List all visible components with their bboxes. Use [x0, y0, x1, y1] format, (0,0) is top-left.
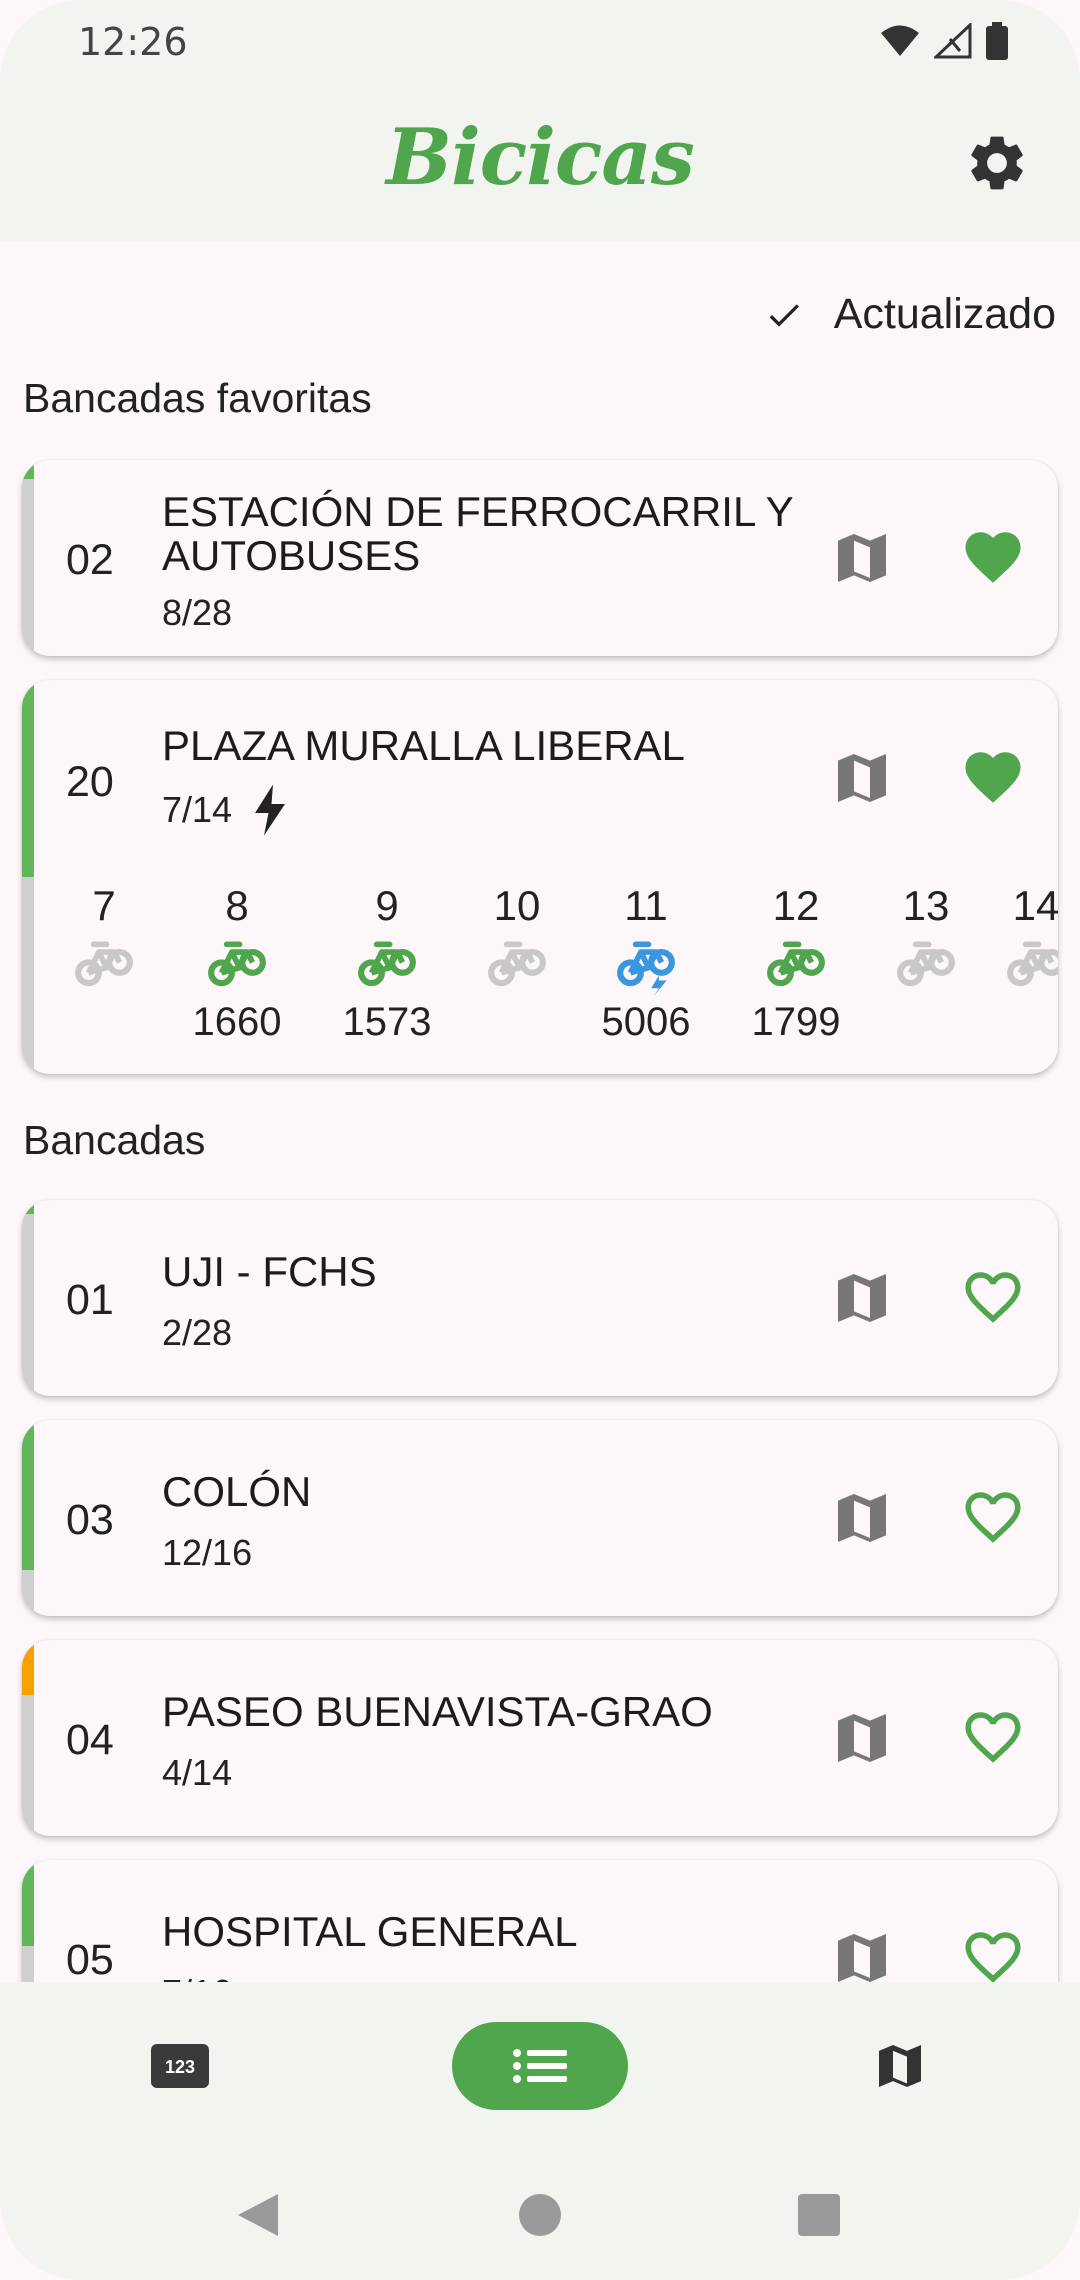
station-card[interactable]: 03 COLÓN 12/16: [22, 1420, 1058, 1616]
lightning-icon: [255, 784, 286, 836]
station-name: UJI - FCHS: [162, 1248, 377, 1295]
bike-code: 1799: [751, 1000, 841, 1044]
favorites-section-title: Bancadas favoritas: [23, 375, 372, 421]
status-icons: [880, 22, 1008, 60]
bike-icon: [897, 941, 955, 987]
settings-icon[interactable]: [964, 130, 1030, 196]
recents-icon[interactable]: [798, 2194, 840, 2236]
bike-icon: [1007, 941, 1058, 987]
map-icon: [879, 2045, 921, 2087]
bike-icon: [767, 941, 825, 987]
station-card[interactable]: 02 ESTACIÓN DE FERROCARRIL Y AUTOBUSES 8…: [22, 460, 1058, 656]
update-status: Actualizado: [764, 290, 1056, 339]
home-icon[interactable]: [518, 2193, 562, 2237]
heart-outline-icon[interactable]: [960, 1264, 1026, 1330]
station-number: 03: [66, 1496, 114, 1544]
bike-code: 1660: [192, 1000, 282, 1044]
map-icon[interactable]: [830, 746, 894, 810]
slot-number: 14: [1012, 882, 1058, 929]
map-icon[interactable]: [830, 1266, 894, 1330]
occupancy-text: 12/16: [162, 1532, 253, 1573]
station-card-expanded[interactable]: 20 PLAZA MURALLA LIBERAL 7/14 7 8 1660 9 157…: [22, 680, 1058, 1074]
occupancy-text: 8/28: [162, 592, 233, 633]
slot-number: 10: [493, 882, 541, 929]
station-name: PLAZA MURALLA LIBERAL: [162, 722, 685, 769]
station-number: 04: [66, 1716, 114, 1764]
bike-code: [442, 1000, 592, 1048]
nav-numeric[interactable]: 123: [132, 2022, 228, 2110]
numeric-icon: 123: [151, 2044, 209, 2088]
station-occupancy: 8/28: [162, 592, 232, 634]
dock-slots: 7 8 1660 9 1573 10 11 5006 12 1799 13 14: [34, 880, 1058, 1060]
dock-slot: 14: [961, 880, 1058, 1048]
bike-icon: [75, 941, 133, 987]
slot-number: 12: [772, 882, 820, 929]
occupancy-bar: [22, 1640, 34, 1836]
stations-section-title: Bancadas: [23, 1117, 206, 1163]
check-icon: [769, 303, 799, 327]
wifi-icon: [881, 25, 919, 56]
map-icon[interactable]: [830, 1926, 894, 1990]
occupancy-text: 2/28: [162, 1312, 233, 1353]
occupancy-text: 4/14: [162, 1752, 233, 1793]
dock-slot: 10: [442, 880, 592, 1048]
heart-outline-icon[interactable]: [960, 1924, 1026, 1990]
heart-filled-icon[interactable]: [960, 524, 1026, 590]
station-card[interactable]: 01 UJI - FCHS 2/28: [22, 1200, 1058, 1396]
slot-number: 11: [624, 882, 668, 929]
occupancy-bar: [22, 1200, 34, 1396]
signal-icon: [934, 23, 972, 59]
station-name: PASEO BUENAVISTA-GRAO: [162, 1688, 713, 1735]
station-occupancy: 12/16: [162, 1532, 252, 1574]
map-icon[interactable]: [830, 1486, 894, 1550]
heart-outline-icon[interactable]: [960, 1484, 1026, 1550]
slot-number: 8: [225, 882, 249, 929]
back-icon[interactable]: [236, 2192, 280, 2238]
slot-number: 9: [375, 882, 399, 929]
station-occupancy: 4/14: [162, 1752, 232, 1794]
dock-slot: 12 1799: [721, 880, 871, 1048]
occupancy-bar: [22, 1420, 34, 1616]
bike-code: 5006: [601, 1000, 691, 1044]
list-icon: [513, 2049, 567, 2083]
bike-code: [961, 1000, 1058, 1048]
bike-code: [29, 1000, 179, 1048]
bike-code: 1573: [342, 1000, 432, 1044]
nav-list[interactable]: [452, 2022, 628, 2110]
occupancy-text: 7/14: [162, 789, 233, 830]
dock-slot: 9 1573: [312, 880, 462, 1048]
heart-outline-icon[interactable]: [960, 1704, 1026, 1770]
occupancy-bar: [22, 460, 34, 656]
battery-icon: [986, 22, 1008, 60]
update-status-label: Actualizado: [833, 290, 1056, 338]
station-number: 05: [66, 1936, 114, 1984]
bike-icon: [358, 941, 416, 987]
station-name: COLÓN: [162, 1468, 312, 1515]
bike-icon: [208, 941, 266, 987]
ebike-icon: [617, 941, 675, 996]
station-occupancy: 7/14: [162, 784, 288, 836]
status-time: 12:26: [78, 20, 188, 64]
dock-slot: 11 5006: [571, 880, 721, 1048]
map-icon[interactable]: [830, 526, 894, 590]
app-title: Bicicas: [386, 112, 695, 203]
station-number: 20: [66, 758, 114, 806]
station-name: HOSPITAL GENERAL: [162, 1908, 578, 1955]
map-icon[interactable]: [830, 1706, 894, 1770]
nav-map[interactable]: [852, 2022, 948, 2110]
station-card[interactable]: 04 PASEO BUENAVISTA-GRAO 4/14: [22, 1640, 1058, 1836]
numeric-icon-label: 123: [165, 2057, 195, 2077]
bike-icon: [488, 941, 546, 987]
dock-slot: 8 1660: [162, 880, 312, 1048]
heart-filled-icon[interactable]: [960, 744, 1026, 810]
top-app-bar: 12:26 Bicicas: [0, 0, 1080, 242]
slot-number: 7: [92, 882, 116, 929]
dock-slot: 7: [29, 880, 179, 1048]
screen: 12:26 Bicicas Actualizado Bancadas favor…: [0, 0, 1080, 2280]
station-number: 01: [66, 1276, 114, 1324]
station-occupancy: 2/28: [162, 1312, 232, 1354]
station-name: ESTACIÓN DE FERROCARRIL Y AUTOBUSES: [162, 488, 793, 579]
station-number: 02: [66, 536, 114, 584]
